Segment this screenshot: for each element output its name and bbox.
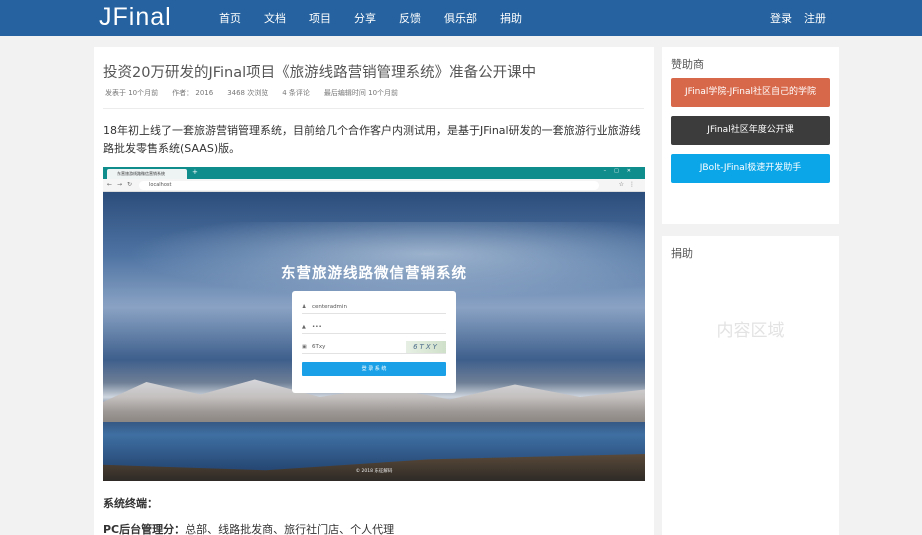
top-nav-bar: JFinal 首页 文档 项目 分享 反馈 俱乐部 捐助 登录 注册 [0, 0, 922, 36]
browser-tab-strip: 东营旅游线路微信营销系统 + –□✕ [103, 167, 645, 179]
donate-heading: 捐助 [671, 247, 693, 260]
browser-nav-icon: ←→↻ [107, 181, 138, 188]
nav-item-feedback[interactable]: 反馈 [399, 10, 421, 26]
meta-comments: 4 条评论 [282, 89, 310, 97]
captcha-field: ▣ 6Txy 6TXY [302, 340, 446, 354]
meta-views: 3468 次浏览 [227, 89, 269, 97]
system-login-button: 登 录 系 统 [302, 362, 446, 376]
sponsor-button-open-course[interactable]: JFinal社区年度公开课 [671, 116, 830, 145]
meta-edited: 最后编辑时间 10个月前 [323, 89, 399, 97]
username-field: ♟ centeradmin [302, 300, 446, 314]
register-link[interactable]: 注册 [804, 10, 826, 26]
username-value: centeradmin [312, 304, 347, 310]
nav-item-projects[interactable]: 项目 [309, 10, 331, 26]
browser-url: localhost [139, 181, 599, 190]
pc-admin-line: PC后台管理分：总部、线路批发商、旅行社门店、个人代理 [103, 521, 394, 535]
pc-label: PC后台管理分： [103, 523, 186, 535]
login-panel: ♟ centeradmin ▲ ••• ▣ 6Txy 6TXY 登 录 系 统 [292, 291, 456, 393]
sponsors-heading: 赞助商 [671, 58, 704, 71]
browser-tab: 东营旅游线路微信营销系统 [107, 169, 187, 179]
meta-published: 发表于 10个月前 [105, 89, 159, 97]
nav-item-donate[interactable]: 捐助 [500, 10, 522, 26]
captcha-image: 6TXY [406, 341, 446, 353]
window-controls-icon: –□✕ [603, 168, 639, 174]
post-meta: 发表于 10个月前 作者： 2016 3468 次浏览 4 条评论 最后编辑时间… [105, 88, 412, 98]
system-title: 东营旅游线路微信营销系统 [281, 266, 467, 282]
new-tab-icon: + [192, 168, 198, 176]
password-field: ▲ ••• [302, 320, 446, 334]
landscape-background: 东营旅游线路微信营销系统 ♟ centeradmin ▲ ••• ▣ 6Txy 6TX… [103, 192, 645, 481]
sponsors-panel: 赞助商 JFinal学院-JFinal社区自己的学院 JFinal社区年度公开课… [662, 47, 839, 224]
nav-item-home[interactable]: 首页 [219, 10, 241, 26]
nav-item-docs[interactable]: 文档 [264, 10, 286, 26]
donate-panel: 捐助 内容区域 [662, 236, 839, 535]
main-nav: 首页 文档 项目 分享 反馈 俱乐部 捐助 [219, 0, 545, 36]
content-placeholder: 内容区域 [716, 321, 785, 341]
captcha-input-value: 6Txy [312, 344, 326, 350]
nav-item-share[interactable]: 分享 [354, 10, 376, 26]
user-icon: ♟ [302, 304, 307, 310]
section-heading: 系统终端： [103, 497, 158, 510]
login-link[interactable]: 登录 [770, 10, 792, 26]
site-logo[interactable]: JFinal [99, 3, 172, 32]
auth-links: 登录 注册 [758, 0, 826, 36]
divider [103, 108, 644, 109]
page-title[interactable]: 投资20万研发的JFinal项目《旅游线路营销管理系统》准备公开课中 [103, 61, 536, 82]
nav-item-club[interactable]: 俱乐部 [444, 10, 477, 26]
meta-author[interactable]: 作者： 2016 [172, 88, 213, 98]
post-intro: 18年初上线了一套旅游营销管理系统，目前给几个合作客户内测试用，是基于JFina… [103, 124, 641, 155]
sponsor-button-jbolt[interactable]: JBolt-JFinal极速开发助手 [671, 154, 830, 183]
browser-address-bar: ←→↻ localhost ☆⋮ [103, 179, 645, 192]
shield-icon: ▣ [302, 344, 307, 350]
browser-tools-icon: ☆⋮ [618, 181, 640, 188]
article-card: 投资20万研发的JFinal项目《旅游线路营销管理系统》准备公开课中 发表于 1… [94, 47, 654, 535]
password-value: ••• [312, 324, 322, 330]
pc-text: 总部、线路批发商、旅行社门店、个人代理 [185, 523, 395, 535]
embedded-screenshot: 东营旅游线路微信营销系统 + –□✕ ←→↻ localhost ☆⋮ 东营旅游… [103, 167, 645, 481]
sponsor-button-jfinal-academy[interactable]: JFinal学院-JFinal社区自己的学院 [671, 78, 830, 107]
copyright-text: © 2018 东征解码 [355, 469, 393, 474]
lock-icon: ▲ [302, 324, 306, 330]
